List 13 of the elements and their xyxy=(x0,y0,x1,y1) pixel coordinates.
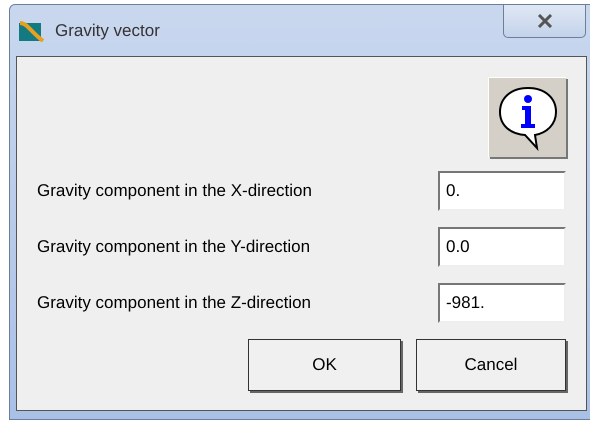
dialog-button[interactable]: OK xyxy=(248,339,401,391)
field-label: Gravity component in the Z-direction xyxy=(37,292,312,314)
info-button[interactable] xyxy=(488,77,566,157)
field-label: Gravity component in the Y-direction xyxy=(37,236,310,258)
input-field[interactable]: 0.0 xyxy=(438,227,566,267)
app-logo-icon xyxy=(17,20,45,42)
input-field[interactable]: -981. xyxy=(438,283,566,323)
field-label: Gravity component in the X-direction xyxy=(37,180,312,202)
close-icon xyxy=(536,14,552,28)
dialog-button[interactable]: Cancel xyxy=(416,339,566,391)
window-title: Gravity vector xyxy=(55,20,160,42)
close-button[interactable] xyxy=(503,5,586,38)
input-field[interactable]: 0. xyxy=(438,171,566,211)
